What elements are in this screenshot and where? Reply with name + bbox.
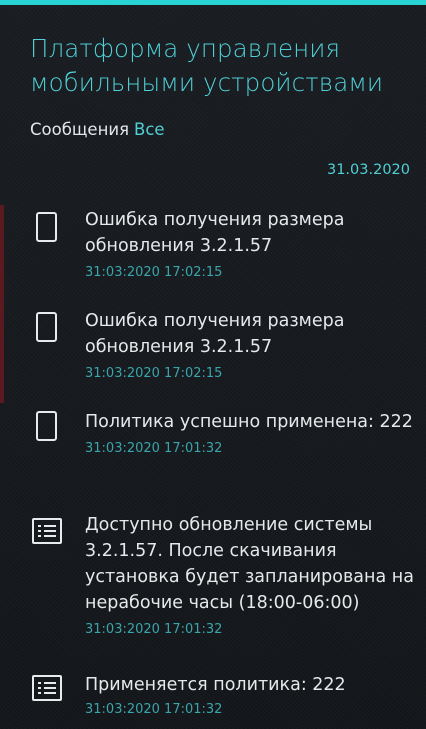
message-text: Ошибка получения размера обновления 3.2.… — [85, 210, 345, 256]
messages-label: Сообщения — [30, 120, 130, 139]
message-item[interactable]: Политика успешно применена: 222 31:03:20… — [0, 409, 426, 501]
filter-selector[interactable]: Все — [134, 120, 165, 139]
section-subtitle: Сообщения Все — [30, 118, 165, 142]
message-item[interactable]: Ошибка получения размера обновления 3.2.… — [0, 308, 426, 400]
message-timestamp: 31:03:2020 17:02:15 — [85, 265, 223, 280]
page-header: Платформа управления мобильными устройст… — [30, 32, 410, 100]
message-text: Применяется политика: 222 — [85, 675, 346, 695]
message-content: Ошибка получения размера обновления 3.2.… — [85, 308, 415, 384]
message-item[interactable]: Доступно обновление системы 3.2.1.57. По… — [0, 512, 426, 662]
message-item[interactable]: Ошибка получения размера обновления 3.2.… — [0, 205, 426, 297]
top-accent-strip — [0, 0, 426, 5]
message-timestamp: 31:03:2020 17:01:32 — [85, 702, 223, 717]
message-text: Доступно обновление системы 3.2.1.57. По… — [85, 515, 414, 613]
date-section-header: 31.03.2020 — [326, 162, 410, 178]
device-icon — [36, 212, 57, 242]
page-title: Платформа управления мобильными устройст… — [30, 34, 384, 97]
message-content: Ошибка получения размера обновления 3.2.… — [85, 207, 415, 283]
message-text: Политика успешно применена: 222 — [85, 412, 413, 432]
device-icon — [36, 411, 57, 441]
message-text: Ошибка получения размера обновления 3.2.… — [85, 311, 345, 357]
list-icon — [32, 675, 62, 701]
message-timestamp: 31:03:2020 17:01:32 — [85, 441, 223, 456]
message-content: Политика успешно применена: 222 31:03:20… — [85, 409, 415, 459]
message-timestamp: 31:03:2020 17:01:32 — [85, 622, 223, 637]
message-timestamp: 31:03:2020 17:02:15 — [85, 366, 223, 381]
message-item[interactable]: Применяется политика: 222 31:03:2020 17:… — [0, 672, 426, 729]
message-content: Доступно обновление системы 3.2.1.57. По… — [85, 512, 420, 640]
list-icon — [32, 518, 62, 544]
device-icon — [36, 312, 57, 342]
message-content: Применяется политика: 222 31:03:2020 17:… — [85, 672, 415, 720]
